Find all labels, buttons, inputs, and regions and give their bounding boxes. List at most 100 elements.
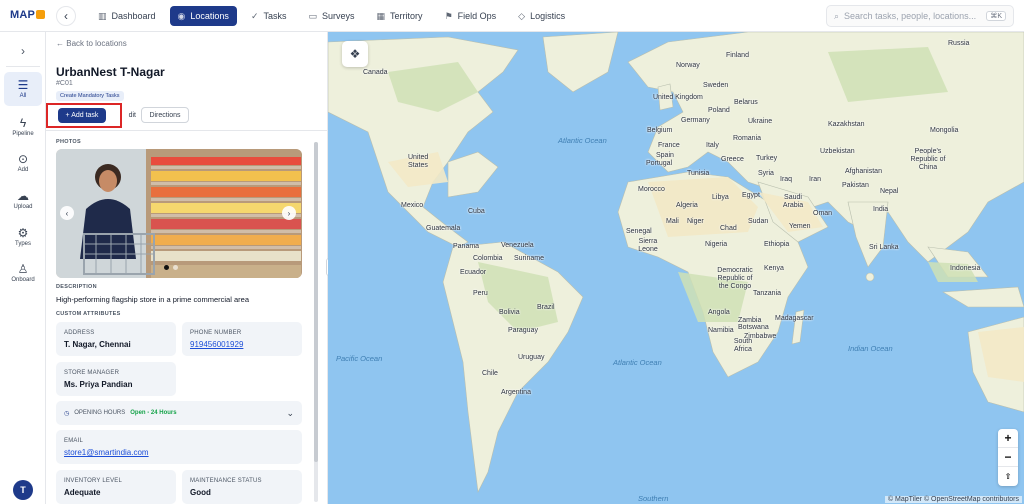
map-label: Paraguay <box>508 327 538 334</box>
pin-add-icon: ⊙ <box>17 152 29 166</box>
inventory-value: Adequate <box>64 488 101 497</box>
map-label: Kenya <box>764 265 784 272</box>
zoom-controls: + − ⇧ <box>998 429 1018 486</box>
map-label: Ethiopia <box>764 241 790 248</box>
chevron-right-icon: › <box>21 44 25 58</box>
rail-item-all[interactable]: ☰ All <box>4 72 42 106</box>
rail-item-types[interactable]: ⚙ Types <box>4 220 42 254</box>
map-label: Belarus <box>734 99 758 106</box>
create-mandatory-tasks-chip[interactable]: Create Mandatory Tasks <box>56 91 124 101</box>
layers-button[interactable]: ❖ <box>342 41 368 67</box>
collapse-back-button[interactable]: ‹ <box>56 6 76 26</box>
map-label: Venezuela <box>501 242 534 249</box>
map-attribution[interactable]: © MapTiler © OpenStreetMap contributors <box>884 496 1022 503</box>
map-label: Cuba <box>468 208 485 215</box>
main-nav: ▥ Dashboard ◉ Locations ✓ Tasks ▭ Surveys ▦ T… <box>90 6 573 26</box>
map-label: Finland <box>726 52 749 59</box>
world-map[interactable]: ❖ Atlantic Ocean Pacific Ocean Atlantic … <box>328 32 1024 504</box>
map-label: United Kingdom <box>653 94 703 101</box>
map-label: Turkey <box>756 155 778 162</box>
rail-item-onboard[interactable]: ♙ Onboard <box>4 256 42 290</box>
map-label: Russia <box>948 40 970 47</box>
map-label: Romania <box>733 135 762 142</box>
map-label: Chad <box>720 225 737 232</box>
phone-link[interactable]: 919456001929 <box>190 340 243 349</box>
user-icon: ♙ <box>17 262 29 276</box>
map-label: Mali <box>666 218 679 225</box>
rail-item-pipeline[interactable]: ϟ Pipeline <box>4 110 42 144</box>
check-icon: ✓ <box>250 10 259 21</box>
maintenance-card: MAINTENANCE STATUS Good <box>182 470 302 504</box>
search-placeholder: Search tasks, people, locations... <box>844 11 977 21</box>
address-value: T. Nagar, Chennai <box>64 340 131 349</box>
directions-button[interactable]: Directions <box>141 107 189 123</box>
app-logo[interactable]: MAP <box>10 9 46 21</box>
nav-tasks[interactable]: ✓ Tasks <box>243 6 295 26</box>
map-label: Nepal <box>880 188 899 195</box>
gear-icon: ⚙ <box>17 226 29 240</box>
nav-field-ops[interactable]: ⚑ Field Ops <box>437 6 505 26</box>
map-label: Sri Lanka <box>869 244 899 251</box>
panel-scrollbar[interactable] <box>314 142 318 502</box>
map-label: Zambia <box>738 317 762 324</box>
scrollbar-thumb[interactable] <box>314 142 318 462</box>
rail-item-add[interactable]: ⊙ Add <box>4 146 42 180</box>
inventory-card: INVENTORY LEVEL Adequate <box>56 470 176 504</box>
map-label: Sweden <box>703 82 729 89</box>
map-label: Afghanistan <box>845 168 882 175</box>
map-label: Mongolia <box>930 127 959 134</box>
ocean-label: Atlantic Ocean <box>558 136 607 145</box>
map-label: Indonesia <box>950 265 981 272</box>
map-label: Bolivia <box>499 309 520 316</box>
map-label: Kazakhstan <box>828 121 865 128</box>
location-code: #C01 <box>56 80 73 87</box>
compass-button[interactable]: ⇧ <box>998 467 1018 486</box>
arrow-left-icon: ← <box>56 39 67 48</box>
photo-prev-button[interactable]: ‹ <box>60 206 74 220</box>
email-link[interactable]: store1@smartindia.com <box>64 448 149 457</box>
left-rail: › ☰ All ϟ Pipeline ⊙ Add ☁ Upload ⚙ Types ♙ On… <box>0 32 46 504</box>
edit-button[interactable]: dit <box>108 108 136 123</box>
map-landmasses <box>328 32 1024 494</box>
map-label: Oman <box>813 210 833 217</box>
map-label: Niger <box>687 218 704 225</box>
user-avatar[interactable]: T <box>13 480 33 500</box>
zoom-out-button[interactable]: − <box>998 448 1018 467</box>
map-label: Tanzania <box>753 290 782 297</box>
chart-icon: ▥ <box>98 10 107 21</box>
map-label: Pakistan <box>842 182 869 189</box>
chevron-down-icon: ⌄ <box>286 407 294 418</box>
description-text: High-performing flagship store in a prim… <box>56 295 249 304</box>
zoom-in-button[interactable]: + <box>998 429 1018 448</box>
map-label: Ukraine <box>748 118 773 125</box>
photo-dot[interactable] <box>164 265 169 270</box>
map-label: Senegal <box>626 228 652 235</box>
nav-surveys[interactable]: ▭ Surveys <box>301 6 363 26</box>
email-card: EMAIL store1@smartindia.com <box>56 430 302 464</box>
custom-attributes-label: CUSTOM ATTRIBUTES <box>56 311 121 317</box>
photo-dot[interactable] <box>173 265 178 270</box>
nav-dashboard[interactable]: ▥ Dashboard <box>90 6 164 26</box>
upload-icon: ☁ <box>17 189 29 203</box>
chevron-left-icon: ‹ <box>65 208 69 218</box>
map-label: Chile <box>482 370 498 377</box>
nav-logistics[interactable]: ◇ Logistics <box>510 6 573 26</box>
ocean-label: Southern <box>638 494 669 503</box>
hours-label: OPENING HOURS <box>74 410 126 416</box>
rail-item-upload[interactable]: ☁ Upload <box>4 183 42 217</box>
map-label: Libya <box>712 194 729 201</box>
map-label: Suriname <box>514 255 544 262</box>
address-label: ADDRESS <box>64 330 95 336</box>
global-search[interactable]: ⌕ Search tasks, people, locations... ⌘K <box>826 5 1014 27</box>
back-to-locations-link[interactable]: ← Back to locations <box>56 39 127 48</box>
map-label: Belgium <box>647 127 673 134</box>
pin-icon: ◉ <box>177 10 186 21</box>
nav-locations[interactable]: ◉ Locations <box>169 6 237 26</box>
opening-hours-toggle[interactable]: ◷ OPENING HOURS Open - 24 Hours ⌄ <box>56 401 302 425</box>
nav-territory[interactable]: ▦ Territory <box>369 6 431 26</box>
manager-value: Ms. Priya Pandian <box>64 380 133 389</box>
expand-rail-button[interactable]: › <box>15 44 31 60</box>
photo-next-button[interactable]: › <box>282 206 296 220</box>
location-photo: ‹ › <box>56 149 302 278</box>
ocean-label: Pacific Ocean <box>336 354 383 363</box>
